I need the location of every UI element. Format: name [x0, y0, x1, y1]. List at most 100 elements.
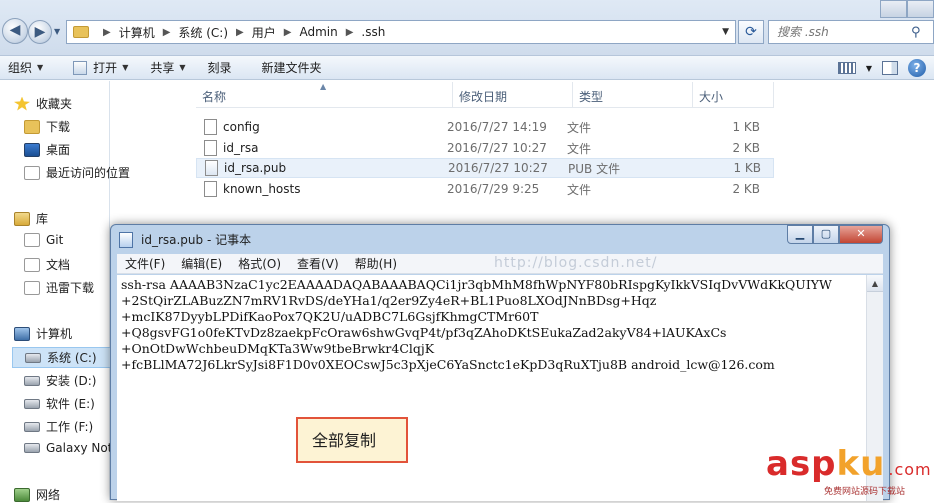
command-bar: 组织 ▼ 打开 ▼ 共享 ▼ 刻录 新建文件夹 ▼ ? [0, 56, 934, 80]
system-drive-icon [25, 352, 41, 363]
column-type[interactable]: 类型 [573, 82, 693, 107]
chevron-right-icon[interactable]: ▶ [346, 27, 354, 38]
star-icon [14, 96, 30, 111]
breadcrumb-ssh[interactable]: .ssh [361, 25, 385, 39]
address-dropdown-icon[interactable]: ▼ [722, 27, 729, 37]
breadcrumb-computer[interactable]: 计算机 [119, 24, 155, 41]
address-field[interactable]: ▶ 计算机 ▶ 系统 (C:) ▶ 用户 ▶ Admin ▶ .ssh ▼ [66, 20, 736, 44]
forward-button[interactable]: ▶ [28, 20, 52, 44]
dropdown-arrow-icon: ▼ [37, 63, 44, 72]
file-size: 1 KB [733, 161, 761, 175]
file-date: 2016/7/29 9:25 [447, 182, 540, 196]
share-button[interactable]: 共享 ▼ [142, 56, 193, 80]
maximize-button[interactable] [907, 0, 934, 18]
nav-git[interactable]: Git [24, 233, 63, 247]
menu-help[interactable]: 帮助(H) [347, 255, 405, 272]
nav-network[interactable]: 网络 [14, 486, 60, 503]
chevron-right-icon[interactable]: ▶ [236, 27, 244, 38]
nav-xunlei[interactable]: 迅雷下载 [24, 279, 94, 296]
logo-part1: asp [766, 444, 837, 484]
menu-edit[interactable]: 编辑(E) [173, 255, 230, 272]
menu-file[interactable]: 文件(F) [117, 255, 173, 272]
downloads-folder-icon [24, 119, 40, 134]
nav-drive-d[interactable]: 安装 (D:) [24, 372, 96, 389]
dropdown-arrow-icon: ▼ [122, 63, 129, 72]
blog-watermark: http://blog.csdn.net/ [494, 255, 658, 271]
drive-icon [24, 421, 40, 432]
chevron-right-icon[interactable]: ▶ [163, 27, 171, 38]
nav-xunlei-label: 迅雷下载 [46, 281, 95, 295]
column-size[interactable]: 大小 [693, 82, 774, 107]
new-folder-button[interactable]: 新建文件夹 [254, 56, 330, 80]
nav-downloads-label: 下载 [46, 120, 71, 134]
breadcrumb-drive-c[interactable]: 系统 (C:) [178, 24, 228, 41]
burn-button[interactable]: 刻录 [200, 56, 240, 80]
notepad-titlebar[interactable]: id_rsa.pub - 记事本 [119, 231, 251, 248]
refresh-button[interactable]: ⟳ [738, 20, 764, 44]
menu-view[interactable]: 查看(V) [289, 255, 347, 272]
notepad-minimize-button[interactable]: ▁ [787, 225, 813, 244]
search-box[interactable]: ⚲ [768, 20, 934, 44]
minimize-button[interactable] [880, 0, 907, 18]
nav-favorites[interactable]: 收藏夹 [14, 95, 72, 112]
nav-drive-f[interactable]: 工作 (F:) [24, 418, 93, 435]
dropdown-arrow-icon: ▼ [179, 63, 186, 72]
nav-drive-c[interactable]: 系统 (C:) [12, 347, 122, 368]
file-row-id-rsa[interactable]: id_rsa 2016/7/27 10:27 文件 2 KB [196, 138, 774, 158]
computer-icon [14, 326, 30, 341]
file-row-known-hosts[interactable]: known_hosts 2016/7/29 9:25 文件 2 KB [196, 179, 774, 199]
nav-libraries-label: 库 [36, 212, 49, 226]
nav-drive-d-label: 安装 (D:) [46, 374, 97, 388]
scroll-up-icon[interactable]: ▲ [867, 275, 883, 292]
folder-icon [73, 26, 89, 38]
notepad-icon [119, 231, 133, 248]
breadcrumb-admin[interactable]: Admin [299, 25, 337, 39]
notepad-close-button[interactable]: ✕ [839, 225, 883, 244]
notepad-title: id_rsa.pub - 记事本 [141, 233, 252, 247]
chevron-right-icon[interactable]: ▶ [103, 27, 111, 38]
file-type: 文件 [567, 120, 592, 135]
view-dropdown-icon[interactable]: ▼ [866, 64, 872, 73]
search-input[interactable] [769, 25, 907, 39]
back-button[interactable]: ◀ [2, 18, 28, 44]
file-name: id_rsa.pub [224, 161, 287, 175]
chevron-right-icon[interactable]: ▶ [284, 27, 292, 38]
open-label: 打开 [93, 61, 118, 75]
file-row-config[interactable]: config 2016/7/27 14:19 文件 1 KB [196, 117, 774, 137]
drive-icon [24, 375, 40, 386]
logo-subtitle: 免费网站源码下载站 [824, 487, 906, 497]
open-file-icon [73, 60, 88, 75]
file-row-id-rsa-pub[interactable]: id_rsa.pub 2016/7/27 10:27 PUB 文件 1 KB [196, 158, 774, 178]
menu-format[interactable]: 格式(O) [230, 255, 289, 272]
nav-drive-e[interactable]: 软件 (E:) [24, 395, 95, 412]
file-date: 2016/7/27 10:27 [448, 161, 548, 175]
notepad-content[interactable]: ssh-rsa AAAAB3NzaC1yc2EAAAADAQABAAABAQCi… [121, 277, 832, 373]
history-dropdown-icon[interactable]: ▼ [54, 27, 60, 36]
breadcrumb-users[interactable]: 用户 [252, 24, 276, 41]
nav-desktop[interactable]: 桌面 [24, 141, 70, 158]
nav-galaxy[interactable]: Galaxy Not [24, 441, 112, 455]
view-options-icon[interactable] [837, 62, 856, 74]
nav-computer[interactable]: 计算机 [14, 325, 72, 342]
column-name[interactable]: 名称 [196, 82, 453, 107]
nav-recent[interactable]: 最近访问的位置 [24, 164, 130, 181]
notepad-maximize-button[interactable]: ▢ [813, 225, 839, 244]
column-headers: 名称 修改日期 类型 大小 [196, 82, 774, 108]
file-type: PUB 文件 [568, 161, 621, 176]
file-name: config [223, 120, 260, 134]
nav-desktop-label: 桌面 [46, 143, 71, 157]
preview-pane-icon[interactable] [882, 61, 898, 75]
organize-button[interactable]: 组织 ▼ [0, 56, 51, 80]
nav-downloads[interactable]: 下载 [24, 118, 70, 135]
open-button[interactable]: 打开 ▼ [65, 56, 136, 80]
file-size: 1 KB [732, 120, 760, 134]
nav-libraries[interactable]: 库 [14, 210, 48, 227]
column-date[interactable]: 修改日期 [453, 82, 573, 107]
nav-galaxy-label: Galaxy Not [46, 441, 113, 455]
search-icon[interactable]: ⚲ [911, 25, 921, 40]
file-icon [204, 119, 217, 135]
help-icon[interactable]: ? [908, 59, 926, 77]
nav-documents[interactable]: 文档 [24, 256, 70, 273]
desktop-icon [24, 142, 40, 157]
xunlei-folder-icon [24, 280, 40, 295]
